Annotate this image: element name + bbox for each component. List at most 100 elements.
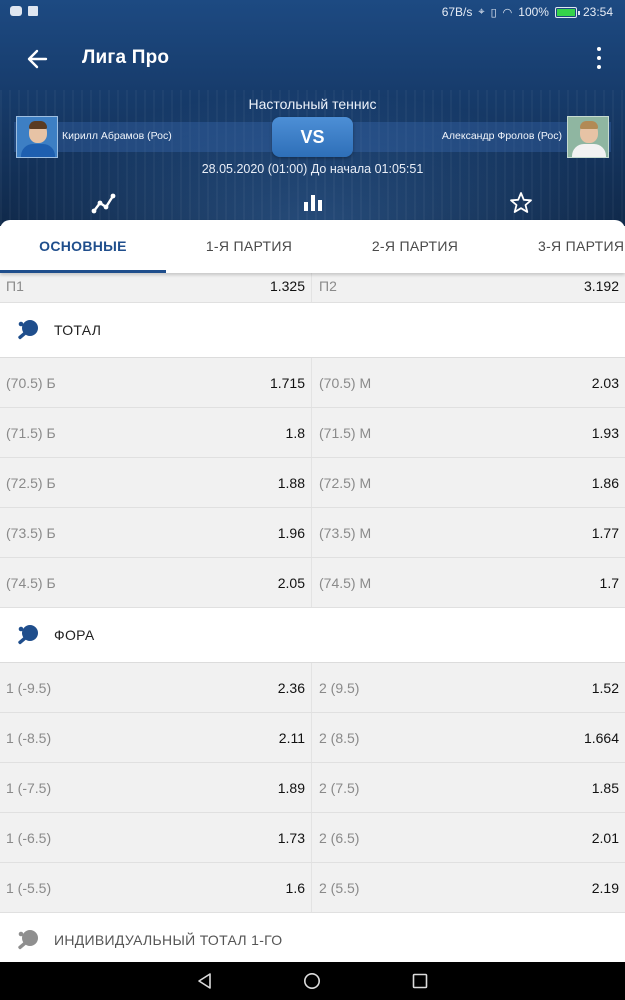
table-row: 1 (-6.5) 1.73 2 (6.5) 2.01 (0, 813, 625, 863)
header-actions (0, 190, 625, 216)
player1-avatar[interactable] (16, 116, 58, 158)
odds-value: 1.85 (591, 779, 619, 796)
network-speed: 67B/s (441, 5, 473, 19)
table-row: 1 (-8.5) 2.11 2 (8.5) 1.664 (0, 713, 625, 763)
odds-value: 2.11 (278, 729, 305, 746)
odds-list: П1 1.325 П2 3.192 ТОТАЛ (70.5) Б 1.715 (7… (0, 273, 625, 962)
odds-value: 1.7 (599, 574, 619, 591)
player2-name[interactable]: Александр Фролов (Рос) (442, 130, 562, 142)
bar-chart-icon[interactable] (300, 190, 326, 216)
odds-cell[interactable]: 1 (-8.5) 2.11 (0, 713, 312, 762)
odds-label: 2 (7.5) (319, 779, 360, 796)
odds-cell[interactable]: 1 (-5.5) 1.6 (0, 863, 312, 912)
odds-cell[interactable]: (71.5) М 1.93 (313, 408, 625, 457)
odds-cell[interactable]: 2 (9.5) 1.52 (313, 663, 625, 712)
table-tennis-icon (18, 930, 38, 950)
odds-cell[interactable]: (73.5) Б 1.96 (0, 508, 312, 557)
nav-home-icon[interactable] (303, 972, 321, 990)
odds-label: 2 (8.5) (319, 729, 360, 746)
nav-recents-icon[interactable] (411, 972, 429, 990)
clock: 23:54 (582, 5, 613, 19)
vibrate-icon: ▯ (490, 6, 497, 19)
odds-cell[interactable]: 2 (6.5) 2.01 (313, 813, 625, 862)
odds-value: 1.52 (591, 679, 619, 696)
odds-cell[interactable]: П2 3.192 (313, 273, 625, 302)
player2-avatar[interactable] (567, 116, 609, 158)
video-icon (28, 6, 38, 16)
tab-set-2[interactable]: 2-Я ПАРТИЯ (332, 220, 498, 273)
player1-name[interactable]: Кирилл Абрамов (Рос) (62, 130, 172, 142)
odds-label: 1 (-5.5) (6, 879, 52, 896)
odds-cell[interactable]: 1 (-7.5) 1.89 (0, 763, 312, 812)
section-header-handicap[interactable]: ФОРА (0, 608, 625, 663)
nav-back-icon[interactable] (196, 972, 214, 990)
odds-value: 1.96 (277, 524, 305, 541)
odds-cell[interactable]: 2 (8.5) 1.664 (313, 713, 625, 762)
odds-cell[interactable]: (72.5) Б 1.88 (0, 458, 312, 507)
odds-label: (71.5) Б (6, 424, 56, 441)
odds-cell[interactable]: (74.5) Б 2.05 (0, 558, 312, 607)
odds-value: 1.664 (583, 729, 619, 746)
odds-cell[interactable]: (72.5) М 1.86 (313, 458, 625, 507)
cloud-icon (10, 6, 22, 16)
section-title: ТОТАЛ (54, 322, 102, 338)
odds-label: 1 (-6.5) (6, 829, 52, 846)
odds-label: (72.5) М (319, 474, 372, 491)
match-header: 67B/s ⌖ ▯ ◠ 100% 23:54 Лига Про Настольн… (0, 0, 625, 226)
odds-label: 1 (-8.5) (6, 729, 52, 746)
odds-label: П1 (6, 278, 24, 294)
toolbar: Лига Про (0, 30, 625, 86)
period-tabs: ОСНОВНЫЕ 1-Я ПАРТИЯ 2-Я ПАРТИЯ 3-Я ПАРТИ… (0, 220, 625, 273)
table-row: (70.5) Б 1.715 (70.5) М 2.03 (0, 358, 625, 408)
more-vert-icon (597, 47, 601, 51)
odds-cell[interactable]: 2 (5.5) 2.19 (313, 863, 625, 912)
odds-label: 1 (-7.5) (6, 779, 52, 796)
arrow-left-icon (27, 49, 48, 69)
odds-cell[interactable]: П1 1.325 (0, 273, 312, 302)
table-row: 1 (-5.5) 1.6 2 (5.5) 2.19 (0, 863, 625, 913)
tab-set-1[interactable]: 1-Я ПАРТИЯ (166, 220, 332, 273)
odds-label: (70.5) Б (6, 374, 56, 391)
table-row: 1 (-9.5) 2.36 2 (9.5) 1.52 (0, 663, 625, 713)
table-row: (74.5) Б 2.05 (74.5) М 1.7 (0, 558, 625, 608)
odds-value: 3.192 (583, 278, 619, 294)
odds-label: (72.5) Б (6, 474, 56, 491)
table-tennis-icon (18, 320, 38, 340)
star-icon[interactable] (508, 190, 534, 216)
section-header-individual-total[interactable]: ИНДИВИДУАЛЬНЫЙ ТОТАЛ 1-ГО (0, 913, 625, 962)
odds-cell[interactable]: 1 (-6.5) 1.73 (0, 813, 312, 862)
odds-label: 1 (-9.5) (6, 679, 52, 696)
odds-cell[interactable]: 1 (-9.5) 2.36 (0, 663, 312, 712)
odds-cell[interactable]: (70.5) М 2.03 (313, 358, 625, 407)
back-button[interactable] (22, 44, 52, 74)
odds-value: 2.19 (591, 879, 619, 896)
odds-value: 2.36 (277, 679, 305, 696)
odds-cell[interactable]: (71.5) Б 1.8 (0, 408, 312, 457)
active-tab-indicator (0, 270, 166, 273)
odds-value: 1.86 (591, 474, 619, 491)
odds-cell[interactable]: (70.5) Б 1.715 (0, 358, 312, 407)
odds-value: 1.77 (591, 524, 619, 541)
odds-value: 1.73 (277, 829, 305, 846)
table-row: 1 (-7.5) 1.89 2 (7.5) 1.85 (0, 763, 625, 813)
odds-cell[interactable]: (74.5) М 1.7 (313, 558, 625, 607)
odds-cell[interactable]: 2 (7.5) 1.85 (313, 763, 625, 812)
table-row: П1 1.325 П2 3.192 (0, 273, 625, 303)
status-bar: 67B/s ⌖ ▯ ◠ 100% 23:54 (0, 0, 625, 26)
battery-icon (554, 6, 580, 18)
odds-value: 2.01 (591, 829, 619, 846)
odds-cell[interactable]: (73.5) М 1.77 (313, 508, 625, 557)
odds-value: 1.6 (285, 879, 305, 896)
odds-label: (74.5) М (319, 574, 372, 591)
tab-main[interactable]: ОСНОВНЫЕ (0, 220, 166, 273)
more-menu-button[interactable] (593, 45, 605, 71)
tab-set-3[interactable]: 3-Я ПАРТИЯ (498, 220, 625, 273)
odds-value: 1.8 (285, 424, 305, 441)
odds-label: 2 (9.5) (319, 679, 360, 696)
chart-line-icon[interactable] (91, 190, 117, 216)
odds-label: (73.5) М (319, 524, 372, 541)
page-title: Лига Про (82, 47, 170, 68)
section-header-total[interactable]: ТОТАЛ (0, 303, 625, 358)
odds-label: (71.5) М (319, 424, 372, 441)
sport-name: Настольный теннис (248, 96, 377, 112)
